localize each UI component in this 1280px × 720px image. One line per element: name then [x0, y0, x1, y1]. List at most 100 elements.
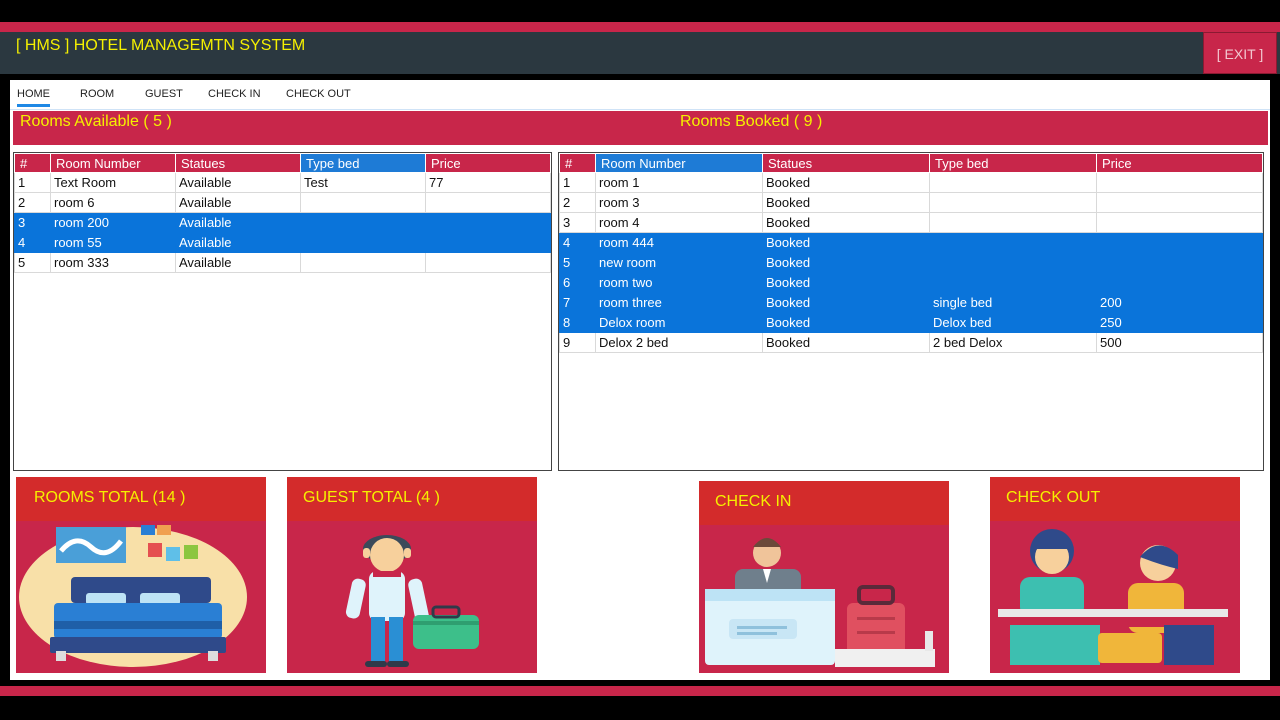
column-header[interactable]: Statues: [175, 153, 301, 173]
table-cell[interactable]: Delox room: [595, 312, 763, 333]
table-cell[interactable]: 500: [1096, 332, 1263, 353]
column-header[interactable]: #: [559, 153, 596, 173]
table-cell[interactable]: Available: [175, 252, 301, 273]
exit-button[interactable]: [ EXIT ]: [1203, 32, 1277, 74]
table-cell[interactable]: room 55: [50, 232, 176, 253]
table-cell[interactable]: 200: [1096, 292, 1263, 313]
table-row[interactable]: 2 room 6 Available: [14, 192, 551, 213]
table-cell[interactable]: [1096, 232, 1263, 253]
table-cell[interactable]: [300, 212, 426, 233]
booked-rooms-table[interactable]: # Room Number Statues Type bed Price 1 ro…: [558, 152, 1264, 471]
table-row[interactable]: 1 Text Room Available Test 77: [14, 172, 551, 193]
table-cell[interactable]: 3: [14, 212, 51, 233]
table-cell[interactable]: Booked: [762, 332, 930, 353]
table-cell[interactable]: Delox bed: [929, 312, 1097, 333]
table-cell[interactable]: [929, 232, 1097, 253]
table-row[interactable]: 9 Delox 2 bed Booked 2 bed Delox 500: [559, 332, 1263, 353]
table-row[interactable]: 6 room two Booked: [559, 272, 1263, 293]
table-cell[interactable]: 2 bed Delox: [929, 332, 1097, 353]
table-cell[interactable]: Text Room: [50, 172, 176, 193]
table-cell[interactable]: Available: [175, 172, 301, 193]
table-row[interactable]: 5 room 333 Available: [14, 252, 551, 273]
table-cell[interactable]: Booked: [762, 232, 930, 253]
tab-home[interactable]: HOME: [17, 88, 50, 107]
table-cell[interactable]: Booked: [762, 212, 930, 233]
table-cell[interactable]: Available: [175, 192, 301, 213]
table-cell[interactable]: Booked: [762, 192, 930, 213]
table-cell[interactable]: 2: [559, 192, 596, 213]
table-row[interactable]: 1 room 1 Booked: [559, 172, 1263, 193]
column-header[interactable]: Price: [425, 153, 551, 173]
table-cell[interactable]: [300, 192, 426, 213]
check-in-card[interactable]: CHECK IN: [699, 481, 949, 673]
table-row[interactable]: 5 new room Booked: [559, 252, 1263, 273]
table-row[interactable]: 3 room 4 Booked: [559, 212, 1263, 233]
table-cell[interactable]: [1096, 192, 1263, 213]
column-header[interactable]: Statues: [762, 153, 930, 173]
column-header[interactable]: Room Number: [50, 153, 176, 173]
table-cell[interactable]: 5: [14, 252, 51, 273]
table-cell[interactable]: 4: [14, 232, 51, 253]
table-cell[interactable]: room 6: [50, 192, 176, 213]
table-cell[interactable]: room 333: [50, 252, 176, 273]
table-cell[interactable]: [425, 212, 551, 233]
table-cell[interactable]: [929, 212, 1097, 233]
table-cell[interactable]: [1096, 272, 1263, 293]
table-cell[interactable]: 1: [14, 172, 51, 193]
table-row[interactable]: 2 room 3 Booked: [559, 192, 1263, 213]
table-row[interactable]: 7 room three Booked single bed 200: [559, 292, 1263, 313]
table-cell[interactable]: room three: [595, 292, 763, 313]
table-cell[interactable]: Available: [175, 232, 301, 253]
table-cell[interactable]: 1: [559, 172, 596, 193]
available-rooms-table[interactable]: # Room Number Statues Type bed Price 1 Te…: [13, 152, 552, 471]
table-cell[interactable]: Booked: [762, 292, 930, 313]
table-cell[interactable]: Delox 2 bed: [595, 332, 763, 353]
table-cell[interactable]: [300, 232, 426, 253]
table-cell[interactable]: [425, 232, 551, 253]
table-cell[interactable]: Booked: [762, 312, 930, 333]
guest-total-card[interactable]: GUEST TOTAL (4 ): [287, 477, 537, 673]
column-header[interactable]: Room Number: [595, 153, 763, 173]
table-cell[interactable]: Test: [300, 172, 426, 193]
table-cell[interactable]: room 4: [595, 212, 763, 233]
table-cell[interactable]: [929, 192, 1097, 213]
table-cell[interactable]: 4: [559, 232, 596, 253]
table-cell[interactable]: [929, 252, 1097, 273]
table-cell[interactable]: [1096, 252, 1263, 273]
table-cell[interactable]: 5: [559, 252, 596, 273]
table-cell[interactable]: [1096, 172, 1263, 193]
table-cell[interactable]: Booked: [762, 272, 930, 293]
column-header[interactable]: Price: [1096, 153, 1263, 173]
table-cell[interactable]: Available: [175, 212, 301, 233]
table-cell[interactable]: room 200: [50, 212, 176, 233]
tab-guest[interactable]: GUEST: [145, 88, 183, 100]
table-cell[interactable]: 8: [559, 312, 596, 333]
table-cell[interactable]: Booked: [762, 172, 930, 193]
table-cell[interactable]: [300, 252, 426, 273]
table-row[interactable]: 3 room 200 Available: [14, 212, 551, 233]
tab-check-in[interactable]: CHECK IN: [208, 88, 261, 100]
column-header[interactable]: Type bed: [300, 153, 426, 173]
column-header[interactable]: #: [14, 153, 51, 173]
table-cell[interactable]: 6: [559, 272, 596, 293]
check-out-card[interactable]: CHECK OUT: [990, 477, 1240, 673]
table-cell[interactable]: [425, 192, 551, 213]
table-cell[interactable]: 9: [559, 332, 596, 353]
table-cell[interactable]: 2: [14, 192, 51, 213]
rooms-total-card[interactable]: ROOMS TOTAL (14 ): [16, 477, 266, 673]
table-row[interactable]: 4 room 444 Booked: [559, 232, 1263, 253]
table-cell[interactable]: single bed: [929, 292, 1097, 313]
table-cell[interactable]: [929, 172, 1097, 193]
table-cell[interactable]: room 1: [595, 172, 763, 193]
table-cell[interactable]: room 444: [595, 232, 763, 253]
table-cell[interactable]: 7: [559, 292, 596, 313]
table-row[interactable]: 4 room 55 Available: [14, 232, 551, 253]
table-cell[interactable]: new room: [595, 252, 763, 273]
table-cell[interactable]: 3: [559, 212, 596, 233]
table-cell[interactable]: room two: [595, 272, 763, 293]
table-cell[interactable]: Booked: [762, 252, 930, 273]
table-cell[interactable]: 77: [425, 172, 551, 193]
table-cell[interactable]: [929, 272, 1097, 293]
table-cell[interactable]: [425, 252, 551, 273]
table-row[interactable]: 8 Delox room Booked Delox bed 250: [559, 312, 1263, 333]
